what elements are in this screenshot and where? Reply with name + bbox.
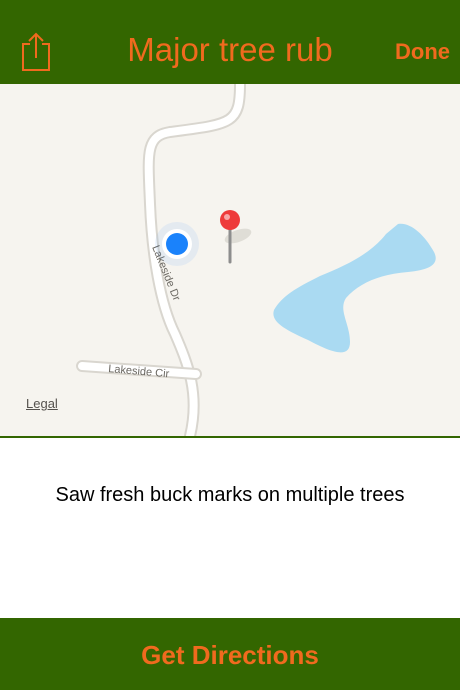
notes-text: Saw fresh buck marks on multiple trees	[55, 484, 405, 506]
map-pin-icon[interactable]	[220, 210, 253, 264]
map-divider	[0, 436, 460, 438]
lake-shape	[273, 223, 436, 353]
top-bar: Major tree rub Done	[0, 0, 460, 84]
get-directions-button[interactable]: Get Directions	[0, 618, 460, 690]
map-canvas[interactable]: Lakeside Dr Lakeside Cir	[0, 84, 460, 436]
done-button[interactable]: Done	[395, 36, 450, 68]
share-button[interactable]	[20, 32, 52, 72]
get-directions-label: Get Directions	[141, 640, 319, 670]
current-location-icon[interactable]	[155, 222, 199, 266]
share-icon	[22, 32, 50, 71]
page-title: Major tree rub	[127, 31, 333, 68]
map-view[interactable]: Lakeside Dr Lakeside Cir Legal	[0, 84, 460, 436]
legal-link[interactable]: Legal	[26, 396, 58, 411]
